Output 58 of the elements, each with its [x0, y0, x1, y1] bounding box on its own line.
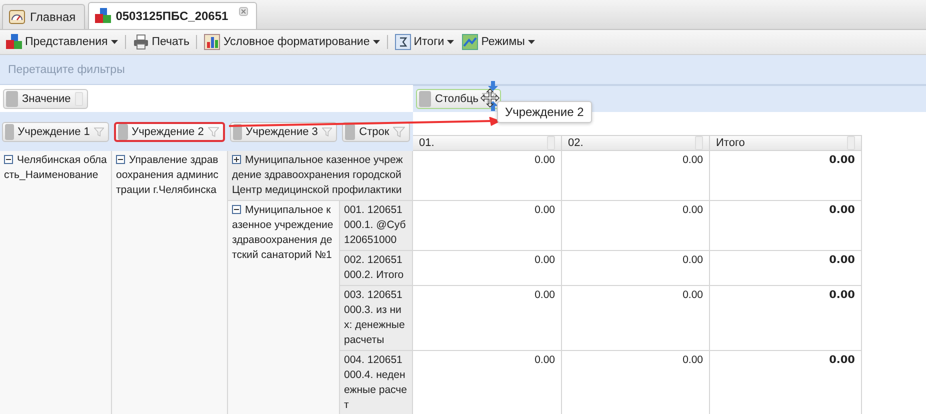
tree-toggle-icon[interactable]: [116, 155, 125, 164]
column-header[interactable]: Итого: [710, 135, 862, 151]
toolbar-button[interactable]: Режимы: [458, 31, 539, 53]
column-header[interactable]: 01.: [413, 135, 562, 151]
move-cursor-icon: [480, 88, 500, 108]
caret-icon: [372, 40, 380, 44]
bar-chart-icon: [204, 34, 220, 50]
toolbar-button[interactable]: Итоги: [390, 31, 458, 53]
map-icon: [462, 34, 478, 50]
caret-icon: [447, 40, 454, 44]
close-icon[interactable]: [239, 7, 248, 16]
field-chip[interactable]: Учреждение 3: [230, 122, 337, 142]
toolbar-button[interactable]: Представления: [2, 31, 122, 53]
row-header-cell: Управление здравоохранения администрации г.Челябинска: [112, 151, 228, 414]
row-header-cell: Муниципальное казенное учреждение здравоохранения детский санаторий №1: [228, 201, 340, 414]
value-cell: 0.00: [710, 286, 862, 351]
printer-icon: [132, 34, 149, 50]
drag-tooltip: Учреждение 2: [497, 101, 592, 123]
toolbar-button[interactable]: Условное форматирование: [200, 31, 384, 53]
tree-toggle-icon[interactable]: [232, 155, 241, 164]
value-cell: 0.00: [562, 151, 710, 201]
tree-toggle-icon[interactable]: [232, 205, 241, 214]
value-cell: 0.00: [710, 151, 862, 201]
value-cell: 0.00: [562, 251, 710, 286]
blocks-icon: [6, 34, 22, 50]
field-chip[interactable]: Значение: [3, 88, 88, 108]
column-header[interactable]: 02.: [562, 135, 710, 151]
caret-icon: [110, 40, 118, 44]
calculator-icon: [547, 136, 555, 150]
value-cell: 0.00: [413, 251, 562, 286]
tab[interactable]: 0503125ПБС_20651: [88, 2, 258, 29]
value-cell: 0.00: [710, 251, 862, 286]
value-cell: 0.00: [562, 286, 710, 351]
value-cell: 0.00: [562, 201, 710, 251]
row-header-cell: Муниципальное казенное учреждение здравоохранения городской Центр медицинской профилактики: [228, 151, 413, 201]
sum-icon: [394, 34, 411, 50]
calculator-icon: [74, 92, 83, 106]
field-chip[interactable]: Учреждение 1: [2, 122, 109, 142]
calculator-icon: [695, 136, 703, 150]
tab[interactable]: Главная: [2, 4, 85, 29]
row-header-cell: 003. 120651000.3. из них: денежные расчеты: [340, 286, 413, 351]
field-chip[interactable]: Учреждение 2: [114, 122, 225, 142]
field-chip[interactable]: Строк: [342, 122, 410, 142]
calculator-icon: [847, 136, 855, 150]
value-cell: 0.00: [710, 201, 862, 251]
value-cell: 0.00: [413, 151, 562, 201]
row-header-cell: 002. 120651000.2. Итого: [340, 251, 413, 286]
row-header-cell: 004. 120651000.4. неденежные расчет: [340, 351, 413, 414]
toolbar-button[interactable]: Печать: [128, 31, 194, 53]
row-header-cell: Челябинская область_Наименование: [0, 151, 112, 414]
filter-placeholder: Перетащите фильтры: [8, 64, 125, 76]
blocks-icon: [94, 8, 111, 24]
caret-icon: [528, 40, 535, 44]
gauge-icon: [9, 10, 25, 24]
row-header-cell: 001. 120651000.1. @Суб120651000: [340, 201, 413, 251]
value-cell: 0.00: [413, 201, 562, 251]
tree-toggle-icon[interactable]: [4, 155, 13, 164]
value-cell: 0.00: [413, 286, 562, 351]
